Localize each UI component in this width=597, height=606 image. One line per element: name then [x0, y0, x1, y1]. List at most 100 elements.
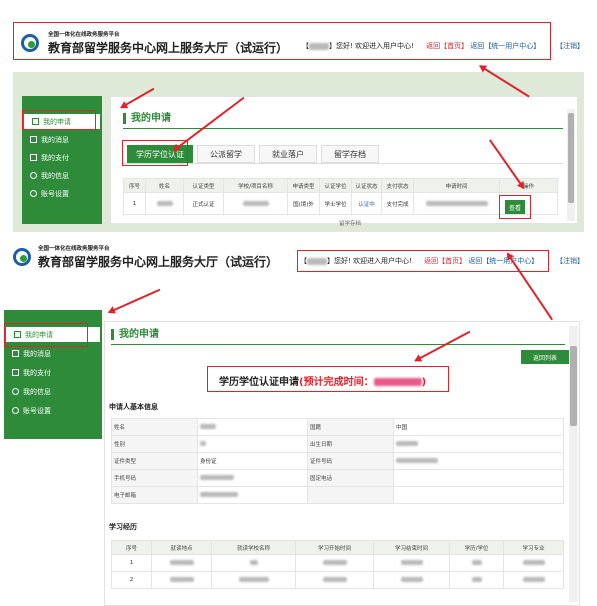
info-label: 证件类型 [111, 452, 198, 470]
scroll-thumb[interactable] [570, 346, 577, 426]
cell-index: 1 [123, 192, 146, 215]
info-label: 固定电话 [307, 469, 394, 487]
name-blurred [156, 200, 173, 206]
detail-panel: 我的申请 返回列表 学历学位认证申请(预计完成时间：) 申请人基本信息 姓名 国… [104, 321, 580, 606]
section-divider [123, 128, 563, 129]
cell-blurred [373, 571, 450, 589]
info-value [197, 469, 308, 487]
card-icon [30, 154, 37, 161]
info-row: 手机号码 固定电话 [111, 469, 564, 487]
info-row: 姓名 国籍 中国 [111, 418, 564, 436]
time-blurred [425, 200, 488, 206]
cell-blurred [295, 571, 374, 589]
cell-blurred [211, 571, 296, 589]
sidebar-item-label: 我的信息 [23, 387, 51, 396]
link-logout[interactable]: 【注销】 [556, 256, 584, 266]
sidebar-item-my-messages[interactable]: 我的消息 [4, 346, 51, 361]
sidebar-item-label: 我的信息 [41, 171, 69, 180]
cell-blurred [449, 554, 504, 572]
sidebar-item-label: 我的支付 [23, 368, 51, 377]
col-header: 学习开始时间 [295, 540, 374, 555]
user-icon [30, 172, 37, 179]
site-title: 教育部留学服务中心网上服务大厅（试运行） [48, 41, 289, 55]
table-row: 1 [111, 554, 564, 572]
value-blurred [200, 424, 216, 429]
col-header: 申请类型 [287, 178, 320, 193]
sidebar-item-label: 我的消息 [41, 135, 69, 144]
link-home[interactable]: 【首页】 [440, 42, 468, 50]
table-row: 1 正式认证 国(境)外 学士学位 认证中 支付完成 [123, 192, 558, 215]
tab-study-archive[interactable]: 留学存档 [321, 145, 379, 163]
value-blurred [200, 441, 206, 446]
value-blurred [200, 475, 234, 480]
info-label: 性别 [111, 435, 198, 453]
sidebar-item-my-payments[interactable]: 我的支付 [22, 150, 69, 165]
info-label [307, 486, 394, 504]
speaker-icon [12, 350, 19, 357]
value-blurred [522, 577, 545, 582]
sidebar-item-account-settings[interactable]: 账号设置 [22, 186, 69, 201]
link-back-2[interactable]: 返回 [468, 257, 482, 265]
back-to-list-button[interactable]: 返回列表 [521, 350, 569, 364]
top-screenshot: 全国一体化在线政务服务平台 教育部留学服务中心网上服务大厅（试运行） 【】您好!… [0, 0, 597, 232]
greeting-text: 您好! 欢迎进入用户中心! [334, 257, 412, 265]
col-header: 认证学位 [319, 178, 352, 193]
username-blurred [309, 42, 329, 50]
value-blurred [396, 441, 418, 446]
value-blurred [471, 560, 482, 565]
link-back[interactable]: 返回 [426, 42, 440, 50]
sidebar-item-my-messages[interactable]: 我的消息 [22, 132, 69, 147]
sidebar-item-my-payments[interactable]: 我的支付 [4, 365, 51, 380]
school-blurred [242, 200, 269, 206]
scrollbar[interactable] [569, 326, 578, 602]
cell-index: 1 [111, 554, 152, 572]
cell-status: 认证中 [351, 192, 382, 215]
tab-employment-residence[interactable]: 就业落户 [259, 145, 317, 163]
link-back[interactable]: 返回 [424, 257, 438, 265]
gear-icon [30, 190, 37, 197]
info-row: 证件类型 身份证 证件号码 [111, 452, 564, 470]
col-header: 就读学校名称 [211, 540, 296, 555]
scroll-thumb[interactable] [568, 113, 574, 203]
col-header: 序号 [123, 178, 146, 193]
link-logout[interactable]: 【注销】 [556, 41, 584, 51]
estimated-label: (预计完成时间： [299, 377, 374, 388]
value-blurred [400, 577, 423, 582]
sidebar-item-account-settings[interactable]: 账号设置 [4, 403, 51, 418]
info-value [197, 435, 308, 453]
info-row: 电子邮箱 [111, 486, 564, 504]
table-header-row: 序号 就读地点 就读学校名称 学习开始时间 学习结束时间 学历/学位 学习专业 [111, 540, 564, 555]
link-back-2[interactable]: 返回 [470, 42, 484, 50]
site-title: 教育部留学服务中心网上服务大厅（试运行） [38, 255, 279, 269]
info-label: 出生日期 [307, 435, 394, 453]
col-header: 认证状态 [351, 178, 382, 193]
value-blurred [249, 560, 258, 565]
view-button-highlight [499, 195, 531, 219]
study-history-table: 序号 就读地点 就读学校名称 学习开始时间 学习结束时间 学历/学位 学习专业 … [111, 540, 564, 589]
basic-info-table: 姓名 国籍 中国 性别 出生日期 证件类型 身份证 证件号码 手机号码 固定电话 [111, 418, 564, 504]
cell-blurred [211, 554, 296, 572]
app-title-text: 学历学位认证申请 [219, 377, 299, 388]
site-logo-icon [21, 34, 39, 52]
col-header: 操作 [499, 178, 558, 193]
sidebar-item-my-info[interactable]: 我的信息 [22, 168, 69, 183]
sidebar-item-my-info[interactable]: 我的信息 [4, 384, 51, 399]
header-user-bar: 【】您好! 欢迎进入用户中心! 返回【首页】 返回【统一用户中心】 [300, 257, 539, 265]
tabs-divider [123, 163, 563, 164]
tab-highlight-box [122, 140, 188, 166]
scrollbar[interactable] [567, 109, 575, 221]
col-header: 姓名 [145, 178, 184, 193]
link-user-center[interactable]: 【统一用户中心】 [484, 42, 540, 50]
cell-blurred [295, 554, 374, 572]
link-home[interactable]: 【首页】 [438, 257, 466, 265]
col-header: 学校/项目名称 [223, 178, 288, 193]
section-title: 我的申请 [123, 113, 171, 124]
speaker-icon [30, 136, 37, 143]
platform-subtitle: 全国一体化在线政务服务平台 [38, 246, 110, 252]
platform-subtitle: 全国一体化在线政务服务平台 [48, 32, 120, 38]
col-header: 申请时间 [413, 178, 500, 193]
tab-public-study-abroad[interactable]: 公派留学 [197, 145, 255, 163]
estimated-time-blurred [373, 378, 422, 386]
info-value [393, 435, 564, 453]
sidebar-item-label: 我的支付 [41, 153, 69, 162]
